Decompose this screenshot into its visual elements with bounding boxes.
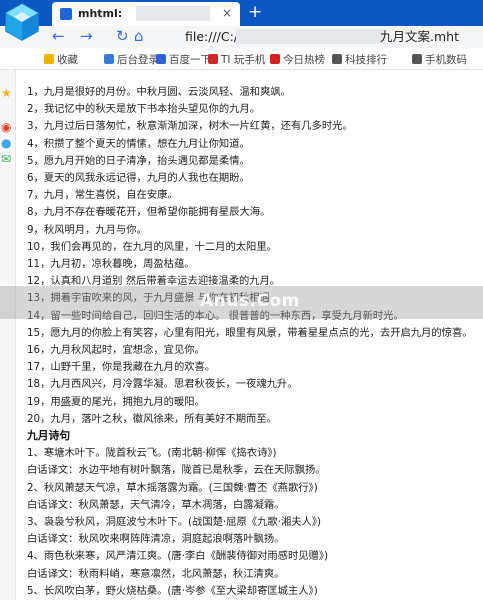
text-line: 2、秋风萧瑟天气凉，草木摇落露为霜。(三国魏·曹丕《燕歌行》)	[27, 481, 318, 494]
browser-logo-icon	[5, 3, 39, 41]
navigation-bar: ← → ↻ ⌂ file:///C:/U 九月文案.mht	[0, 26, 483, 48]
text-line: 20，九月，落叶之秋，徽风徐来，所有美好不期而至。	[27, 412, 277, 425]
text-line: 白话译文：秋雨料峭，寒意凛然，北风萧瑟，秋江清爽。	[27, 567, 285, 580]
page-icon	[60, 8, 72, 20]
sidebar: ★ ◉ ● ✉	[0, 70, 16, 600]
bookmark-baidu[interactable]: 百度一下	[156, 52, 211, 67]
star-icon	[44, 54, 54, 64]
text-line: 16，九月秋风起时，宜想念，宜见你。	[27, 344, 205, 356]
new-tab-button[interactable]: +	[248, 2, 262, 22]
phone-icon	[412, 54, 422, 64]
tab-bar: mhtml: × +	[0, 0, 483, 26]
text-line: 2，我记忆中的秋天是放下书本抬头望见你的九月。	[27, 103, 261, 116]
text-line: 5，愿九月开始的日子清净，抬头遇见都是柔情。	[27, 154, 250, 167]
redacted-block	[236, 29, 386, 44]
text-line: 15，愿九月的你脸上有笑容，心里有阳光，眼里有风景，带着星星点点的光，去开启九月…	[27, 326, 473, 339]
text-line: 1、寒塘木叶下。陇首秋云飞。(南北朝·柳恽《捣衣诗》)	[27, 447, 277, 460]
text-line: 白话译文：水边平地有树叶飘落，陇首已是秋季，云在天际飘扬。	[27, 464, 326, 477]
home-icon[interactable]: ⌂	[134, 27, 144, 45]
text-line: 9，秋风明月，九月与你。	[27, 223, 147, 236]
tab-title: mhtml:	[78, 7, 123, 20]
bookmark-ti[interactable]: TI 玩手机	[208, 52, 265, 67]
hot-icon	[270, 54, 280, 64]
weibo-icon[interactable]: ◉	[1, 120, 11, 134]
star-icon[interactable]: ★	[1, 86, 12, 100]
reload-icon[interactable]: ↻	[116, 27, 129, 45]
forward-arrow-icon[interactable]: →	[80, 27, 93, 45]
back-arrow-icon[interactable]: ←	[52, 27, 65, 45]
close-icon[interactable]: ×	[222, 6, 232, 20]
page-icon	[104, 54, 114, 64]
text-line: 白话译文：秋风吹来啊阵阵清凉，洞庭起浪啊落叶飘扬。	[27, 533, 285, 546]
text-line: 3、袅袅兮秋风，洞庭波兮木叶下。(战国楚·屈原《九歌·湘夫人》)	[27, 516, 321, 528]
address-bar[interactable]: file:///C:/U 九月文案.mht	[148, 27, 483, 47]
text-line: 白话译文：秋风萧瑟，天气清冷，草木凋落，白露凝霜。	[27, 498, 285, 511]
text-line: 18，九月西风兴，月冷露华凝。思君秋夜长，一夜魂九升。	[27, 378, 298, 391]
text-line: 10，我们会再见的，在九月的风里，十二月的太阳里。	[27, 240, 277, 253]
mail-icon[interactable]: ✉	[1, 152, 11, 166]
ti-icon	[208, 54, 218, 64]
text-line: 19，用盛夏的尾光，拥抱九月的暖阳。	[27, 395, 205, 408]
text-line: 4，积攒了整个夏天的情愫，想在九月让你知道。	[27, 137, 250, 150]
address-suffix: 九月文案.mht	[380, 29, 459, 44]
text-line: 5、长风吹白茅，野火烧枯桑。(唐·岑参《至大梁却寄匡城主人》)	[27, 584, 318, 597]
section-heading: 九月诗句	[27, 429, 71, 442]
text-line: 8，九月不存在春暖花开，但希望你能拥有星辰大海。	[27, 206, 271, 219]
text-line: 11，九月初，凉秋暮晚，周盈枯蕴。	[27, 258, 195, 270]
bookmark-phone[interactable]: 手机数码	[412, 52, 467, 67]
tab-active[interactable]: mhtml: ×	[52, 2, 240, 26]
watermark-text: Anus.Com	[200, 291, 300, 311]
rank-icon	[332, 54, 342, 64]
bookmark-tech-rank[interactable]: 科技排行	[332, 52, 387, 67]
text-line: 7，九月，常生喜悦，自在安康。	[27, 189, 178, 202]
bookmark-hot[interactable]: 今日热榜	[270, 52, 325, 67]
text-line: 1，九月是很好的月份。中秋月圆、云淡风轻、温和爽飒。	[27, 86, 291, 98]
redacted-block	[136, 6, 210, 21]
text-line: 4、雨色秋来寒，风严清江爽。(唐·李白《酬裴侍御对雨感时见赠》)	[27, 550, 329, 563]
text-line: 6，夏天的风我永远记得，九月的人我也在期盼。	[27, 172, 250, 184]
chat-icon[interactable]: ●	[1, 136, 11, 150]
text-line: 17，山野千里，你是我藏在九月的欢喜。	[27, 361, 216, 374]
baidu-icon	[156, 54, 166, 64]
bookmarks-bar: 收藏 后台登录 百度一下 TI 玩手机 今日热榜 科技排行 手机数码	[0, 48, 483, 70]
document-content: 1，九月是很好的月份。中秋月圆、云淡风轻、温和爽飒。 2，我记忆中的秋天是放下书本…	[27, 70, 483, 600]
text-line: 3，九月过后日落匆忙，秋意渐渐加深，树木一片红黄，还有几多时光。	[27, 120, 353, 133]
bookmark-admin-login[interactable]: 后台登录	[104, 52, 159, 67]
bookmark-favorites[interactable]: 收藏	[44, 52, 78, 67]
